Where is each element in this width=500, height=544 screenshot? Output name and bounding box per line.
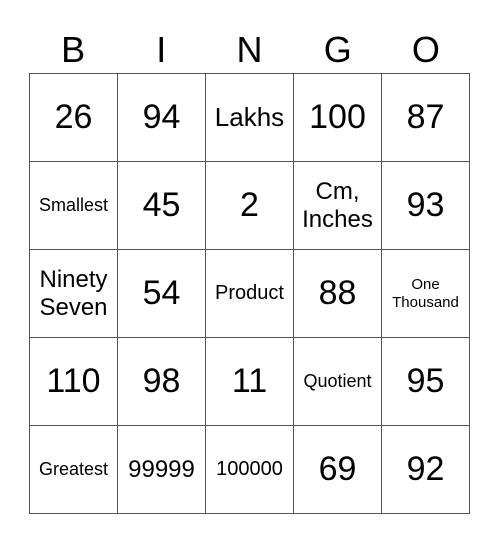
header-letter-n: N	[236, 29, 263, 70]
bingo-cell[interactable]: 54	[118, 250, 206, 338]
bingo-cell[interactable]: Ninety Seven	[30, 250, 118, 338]
bingo-grid: 26 94 Lakhs 100 87 Smallest 45 2 Cm, Inc…	[29, 73, 470, 514]
bingo-cell[interactable]: 69	[294, 426, 382, 514]
bingo-cell[interactable]: 92	[382, 426, 470, 514]
bingo-cell[interactable]: Smallest	[30, 162, 118, 250]
bingo-cell[interactable]: 99999	[118, 426, 206, 514]
bingo-cell[interactable]: Lakhs	[206, 74, 294, 162]
bingo-cell[interactable]: 87	[382, 74, 470, 162]
header-letter-o: O	[411, 29, 440, 70]
bingo-cell[interactable]: 110	[30, 338, 118, 426]
bingo-cell[interactable]: 100	[294, 74, 382, 162]
bingo-cell[interactable]: 100000	[206, 426, 294, 514]
bingo-cell[interactable]: Product	[206, 250, 294, 338]
bingo-cell[interactable]: 2	[206, 162, 294, 250]
bingo-cell[interactable]: 88	[294, 250, 382, 338]
bingo-cell[interactable]: 26	[30, 74, 118, 162]
bingo-cell[interactable]: Greatest	[30, 426, 118, 514]
bingo-cell[interactable]: Quotient	[294, 338, 382, 426]
bingo-cell[interactable]: 94	[118, 74, 206, 162]
bingo-cell[interactable]: 95	[382, 338, 470, 426]
bingo-cell[interactable]: One Thousand	[382, 250, 470, 338]
header-letter-i: I	[156, 29, 167, 70]
bingo-cell[interactable]: 11	[206, 338, 294, 426]
bingo-cell[interactable]: 98	[118, 338, 206, 426]
bingo-cell[interactable]: 45	[118, 162, 206, 250]
header-letter-g: G	[323, 29, 352, 70]
bingo-cell[interactable]: 93	[382, 162, 470, 250]
bingo-header: B I N G O	[29, 26, 470, 73]
bingo-cell[interactable]: Cm, Inches	[294, 162, 382, 250]
header-letter-b: B	[61, 29, 86, 70]
